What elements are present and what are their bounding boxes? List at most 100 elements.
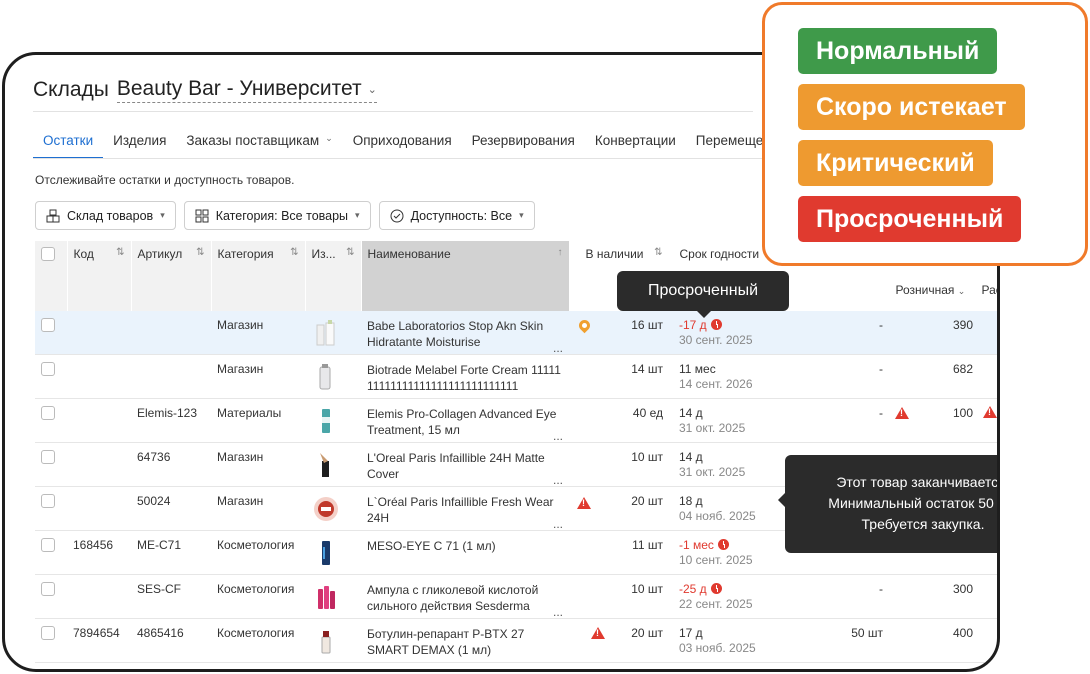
select-all-header[interactable]	[35, 241, 68, 311]
tab-receipts[interactable]: Оприходования	[343, 129, 462, 159]
warning-icon[interactable]	[577, 497, 591, 509]
badge-label: Скоро истекает	[816, 92, 1007, 121]
warning-icon[interactable]	[983, 406, 997, 418]
cell-sku: SES-CF	[131, 574, 211, 619]
sort-icon[interactable]: ⇅	[290, 247, 298, 258]
col-category[interactable]: Категория ⇅	[211, 241, 306, 311]
table-row[interactable]: Магазин Biotrade Melabel Forte Cream 111…	[35, 354, 997, 399]
product-name[interactable]: MESO-EYE C 71 (1 мл)	[367, 539, 496, 553]
more-icon[interactable]: ...	[553, 604, 563, 618]
clock-icon[interactable]	[710, 319, 722, 330]
cell-sku: 50024	[131, 486, 211, 531]
table-row[interactable]: 7894654 4865416 Косметология Ботулин-реп…	[35, 618, 997, 663]
checkbox[interactable]	[41, 362, 55, 376]
cell-category: Косметология	[211, 530, 305, 575]
divider	[33, 111, 753, 112]
cell-code	[67, 354, 131, 399]
col-label: Срок годности	[679, 247, 760, 261]
availability-filter[interactable]: Доступность: Все ▾	[378, 201, 535, 230]
category-filter[interactable]: Категория: Все товары ▾	[183, 201, 371, 230]
title-prefix: Склады	[33, 78, 109, 101]
sort-icon[interactable]: ⇅	[346, 247, 354, 258]
tab-conversions[interactable]: Конвертации	[585, 129, 686, 159]
chevron-down-icon: ▾	[160, 210, 165, 220]
checkbox[interactable]	[41, 494, 55, 508]
col-code[interactable]: Код ⇅	[67, 241, 132, 311]
more-icon[interactable]: ...	[553, 340, 563, 354]
expiry-remaining: -1 мес	[679, 538, 714, 552]
col-label: Из...	[311, 247, 336, 261]
product-image	[311, 626, 341, 656]
expiry-date: 31 окт. 2025	[679, 465, 746, 479]
warehouse-filter[interactable]: Склад товаров ▾	[35, 201, 176, 230]
cell-stock: 11 шт	[569, 530, 669, 575]
cell-code: 7894654	[67, 618, 131, 663]
chevron-down-icon: ⌄	[367, 83, 377, 96]
tab-reservations[interactable]: Резервирования	[462, 129, 585, 159]
chevron-down-icon: ⌄	[325, 133, 333, 143]
warning-icon[interactable]	[591, 627, 605, 639]
tab-stock[interactable]: Остатки	[33, 129, 104, 159]
more-icon[interactable]: ...	[553, 516, 563, 530]
table-row[interactable]: Магазин Babe Laboratorios Stop Akn Skin …	[35, 311, 997, 355]
warning-icon[interactable]	[895, 407, 909, 419]
product-image	[311, 494, 341, 524]
sort-icon[interactable]: ⇅	[116, 247, 124, 258]
cell-sku: ME-C71	[131, 530, 211, 575]
badge-critical: Критический	[798, 140, 993, 186]
product-name[interactable]: Elemis Pro-Collagen Advanced Eye Treatme…	[367, 407, 556, 437]
table-row[interactable]: Elemis-123 Материалы Elemis Pro-Collagen…	[35, 398, 997, 443]
col-label: Розничная	[895, 283, 955, 297]
badge-expiring-soon: Скоро истекает	[798, 84, 1025, 130]
col-sku[interactable]: Артикул ⇅	[131, 241, 212, 311]
cell-min: 50 шт	[781, 618, 889, 663]
sort-up-icon[interactable]: ↑	[558, 247, 563, 258]
table-row[interactable]: SES-CF Косметология Ампула с гликолевой …	[35, 574, 997, 619]
checkbox[interactable]	[41, 582, 55, 596]
filter-label: Категория: Все товары	[215, 208, 349, 223]
tab-supplier-orders[interactable]: Заказы поставщикам ⌄	[176, 129, 342, 159]
col-name[interactable]: Наименование ↑	[361, 241, 570, 311]
cell-retail: 682	[889, 354, 979, 399]
location-pin-icon[interactable]	[576, 317, 593, 334]
cell-retail: 400	[889, 618, 979, 663]
checkbox[interactable]	[41, 626, 55, 640]
cell-sku: 4865416	[131, 618, 211, 663]
warehouse-name: Beauty Bar - Университет	[116, 77, 362, 100]
page-description: Отслеживайте остатки и доступность товар…	[35, 173, 295, 187]
badge-normal: Нормальный	[798, 28, 998, 74]
col-image[interactable]: Из... ⇅	[305, 241, 362, 311]
clock-icon[interactable]	[717, 539, 729, 550]
tab-products[interactable]: Изделия	[103, 129, 176, 159]
status-legend: Нормальный Скоро истекает Критический Пр…	[762, 2, 1088, 266]
checkbox[interactable]	[41, 406, 55, 420]
sort-icon[interactable]: ⇅	[654, 247, 662, 258]
product-name[interactable]: Biotrade Melabel Forte Cream 11111111111…	[367, 363, 561, 393]
cell-stock: 40 ед	[569, 398, 669, 443]
checkbox[interactable]	[41, 318, 55, 332]
more-icon[interactable]: ...	[553, 472, 563, 486]
cell-code	[67, 486, 131, 531]
product-name[interactable]: L'Oreal Paris Infaillible 24H Matte Cove…	[367, 451, 545, 481]
cell-category: Косметология	[211, 574, 305, 619]
boxes-icon	[46, 209, 60, 222]
more-icon[interactable]: ...	[553, 428, 563, 442]
checkbox[interactable]	[41, 538, 55, 552]
checkbox[interactable]	[41, 247, 55, 261]
badge-label: Просроченный	[816, 204, 1004, 233]
product-name[interactable]: L`Oréal Paris Infaillible Fresh Wear 24H	[367, 495, 554, 525]
product-name[interactable]: Ботулин-репарант P-BTX 27 SMART DEMAX (1…	[367, 627, 524, 657]
cell-retail: 300	[889, 574, 979, 619]
warehouse-selector[interactable]: Beauty Bar - Университет ⌄	[116, 77, 377, 103]
tooltip-text: Просроченный	[647, 282, 759, 299]
checkbox[interactable]	[41, 450, 55, 464]
product-name[interactable]: Babe Laboratorios Stop Akn Skin Hidratan…	[367, 319, 543, 349]
cell-retail: 390	[889, 311, 979, 355]
cell-min: -	[781, 311, 889, 355]
col-label: Рас	[981, 283, 997, 297]
product-name[interactable]: Ампула с гликолевой кислотой сильного де…	[367, 583, 538, 613]
sort-icon[interactable]: ⇅	[196, 247, 204, 258]
cell-code	[67, 311, 131, 355]
tooltip-line: Этот товар заканчивается.	[836, 474, 1000, 490]
clock-icon[interactable]	[710, 583, 722, 594]
